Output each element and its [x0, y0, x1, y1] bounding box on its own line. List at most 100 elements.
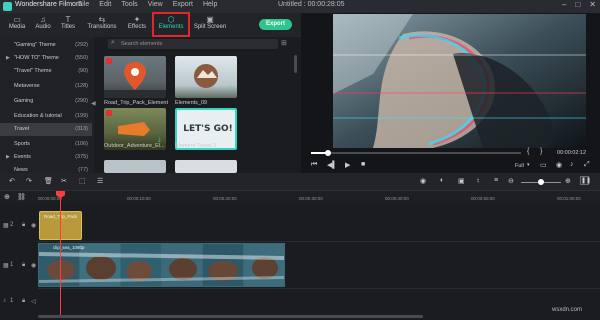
sidebar-item-sports[interactable]: Sports (106): [0, 138, 92, 151]
crop-icon[interactable]: ⬚: [79, 177, 86, 185]
volume-icon[interactable]: ♪: [570, 161, 574, 168]
maximize-icon[interactable]: □: [575, 0, 580, 9]
close-icon[interactable]: ✕: [589, 0, 596, 9]
ruler-tick: 00:00:10:00: [127, 196, 151, 201]
sidebar-item-count: (128): [75, 83, 88, 89]
step-back-icon[interactable]: ◀▍: [327, 161, 338, 169]
speaker-icon[interactable]: ◁: [31, 298, 36, 305]
display-icon[interactable]: ▭: [540, 161, 547, 169]
library-item-road-trip[interactable]: [104, 56, 166, 98]
zoom-in-icon[interactable]: ⊕: [565, 177, 571, 185]
tab-effects[interactable]: ✦ Effects: [120, 15, 154, 35]
timeline-scrollbar[interactable]: [38, 315, 423, 318]
library-item-partial[interactable]: [104, 160, 166, 173]
pause-toggle-icon[interactable]: ❚❚: [580, 176, 591, 185]
sidebar-item-events[interactable]: ▶ Events (375): [0, 151, 92, 164]
render-icon[interactable]: ◉: [420, 177, 426, 185]
undo-icon[interactable]: ↶: [9, 177, 15, 185]
sidebar-item-count: (375): [75, 154, 88, 160]
favorite-icon[interactable]: [106, 110, 112, 116]
eye-icon[interactable]: ◉: [31, 262, 36, 269]
menu-view[interactable]: View: [148, 1, 163, 8]
prev-frame-icon[interactable]: ⏮: [311, 161, 317, 169]
menu-edit[interactable]: Edit: [99, 1, 111, 8]
expand-arrow-icon[interactable]: ▶: [6, 154, 10, 160]
track-number: 1: [10, 298, 14, 304]
preview-quality-select[interactable]: Full: [515, 163, 524, 169]
menu-file[interactable]: File: [78, 1, 89, 8]
menu-help[interactable]: Help: [203, 1, 217, 8]
lock-icon[interactable]: 🔒︎: [22, 222, 25, 229]
chevron-down-icon[interactable]: ▾: [527, 162, 530, 168]
collapse-sidebar-icon[interactable]: ◀: [91, 100, 96, 107]
sidebar-item-travel-theme[interactable]: "Travel" Theme (90): [0, 65, 92, 78]
marker-icon[interactable]: ◐: [440, 177, 444, 184]
redo-icon[interactable]: ↷: [26, 177, 32, 185]
snapshot-icon[interactable]: ◉: [556, 161, 562, 169]
tab-label: Titles: [60, 24, 76, 30]
download-icon[interactable]: ⤓: [229, 85, 232, 92]
document-title: Untitled : 00:00:28:05: [278, 1, 345, 8]
lock-icon[interactable]: 🔒︎: [22, 298, 25, 305]
tab-split-screen[interactable]: ▣ Split Screen: [192, 15, 228, 35]
track-icon: ▦: [3, 263, 9, 269]
expand-arrow-icon[interactable]: ▶: [6, 55, 10, 61]
sidebar-item-count: (550): [75, 55, 88, 61]
sidebar-item-count: (90): [78, 68, 88, 74]
preview-video: [333, 14, 586, 148]
library-item-label: Road_Trip_Pack_Element: [104, 100, 168, 106]
library-scrollbar[interactable]: [294, 55, 297, 73]
sidebar-item-gaming[interactable]: Gaming (290): [0, 95, 92, 108]
tab-label: Transitions: [87, 24, 117, 30]
mark-in-icon[interactable]: {: [527, 148, 529, 155]
export-button[interactable]: Export: [259, 19, 292, 30]
sidebar-item-travel[interactable]: Travel (313): [0, 123, 92, 136]
track-divider: [38, 241, 600, 242]
tab-titles[interactable]: T Titles: [51, 15, 85, 35]
mark-out-icon[interactable]: }: [540, 148, 542, 155]
preview-progress-track[interactable]: [311, 152, 521, 154]
play-icon[interactable]: ▶: [345, 161, 350, 169]
delete-icon[interactable]: 🗑︎: [44, 177, 53, 185]
library-item-elements-09[interactable]: [175, 56, 237, 98]
grid-view-icon[interactable]: ⊞: [281, 39, 287, 47]
audio-mixer-icon[interactable]: ≡: [494, 177, 498, 184]
microphone-icon[interactable]: ♮: [477, 177, 480, 185]
sidebar-item-label: Travel: [14, 126, 30, 132]
adjust-icon[interactable]: ☰: [97, 177, 103, 185]
add-track-icon[interactable]: ⊕: [4, 193, 10, 201]
link-icon[interactable]: ⛓: [17, 193, 26, 201]
minimize-icon[interactable]: –: [562, 0, 566, 9]
lock-icon[interactable]: 🔒︎: [22, 262, 25, 269]
zoom-slider-handle[interactable]: [538, 179, 544, 185]
fullscreen-icon[interactable]: ⤢: [584, 161, 590, 169]
cut-icon[interactable]: ✂: [61, 177, 67, 185]
sidebar-item-how-to-theme[interactable]: ▶ "HOW TO" Theme (550): [0, 52, 92, 65]
window-controls: – □ ✕: [562, 0, 596, 9]
sidebar-item-label: Sports: [14, 141, 30, 147]
playhead-line[interactable]: [60, 191, 61, 316]
track-number: 2: [10, 222, 14, 228]
search-input[interactable]: ⌕ Search elements: [108, 39, 278, 49]
tab-transitions[interactable]: ⇆ Transitions: [85, 15, 119, 35]
sidebar-item-news[interactable]: News (77): [0, 164, 92, 173]
ruler-tick: 00:00:40:00: [385, 196, 409, 201]
sidebar-item-label: "Travel" Theme: [14, 68, 52, 74]
stop-icon[interactable]: ■: [361, 161, 365, 168]
video-clip[interactable]: clip_sea_1080p: [38, 243, 285, 287]
sidebar-item-education[interactable]: Education & tutorial (199): [0, 110, 92, 123]
menu-export[interactable]: Export: [173, 1, 193, 8]
favorite-icon[interactable]: [106, 58, 112, 64]
ruler-tick: 00:00:20:00: [213, 196, 237, 201]
tab-label: Audio: [35, 24, 51, 30]
menu-tools[interactable]: Tools: [121, 1, 137, 8]
library-item-partial[interactable]: [175, 160, 237, 173]
track-number: 1: [10, 262, 14, 268]
zoom-out-icon[interactable]: ⊖: [508, 177, 514, 185]
sidebar-item-gaming-theme[interactable]: "Gaming" Theme (292): [0, 39, 92, 52]
sidebar-item-metaverse[interactable]: Metaverse (128): [0, 80, 92, 93]
preview-progress-handle[interactable]: [325, 150, 331, 156]
mask-icon[interactable]: ▣: [458, 177, 465, 185]
eye-icon[interactable]: ◉: [31, 222, 36, 229]
sidebar-item-label: Gaming: [14, 98, 34, 104]
